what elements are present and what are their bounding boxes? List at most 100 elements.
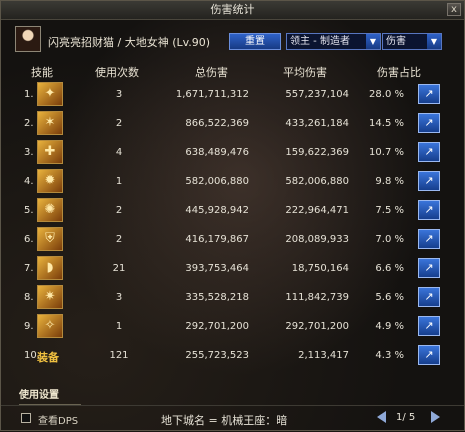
character-name: 闪亮亮招财猫 / 大地女神 (Lv.90) <box>48 36 211 49</box>
chevron-down-icon: ▼ <box>427 34 441 49</box>
skill-icon: ⛨ <box>37 227 63 251</box>
avg-cell: 433,261,184 <box>285 118 349 129</box>
row-index: 1. <box>24 89 34 100</box>
view-dps-label: 查看DPS <box>38 416 79 427</box>
equipment-label: 装备 <box>37 351 59 364</box>
avg-cell: 292,701,200 <box>285 321 349 332</box>
row-index: 5. <box>24 205 34 216</box>
detail-button[interactable]: ↗ <box>418 316 440 336</box>
avg-cell: 18,750,164 <box>291 263 349 274</box>
prev-page-icon[interactable] <box>377 411 386 423</box>
total-cell: 445,928,942 <box>185 205 249 216</box>
skill-icon: ✺ <box>37 198 63 222</box>
window-title: 伤害统计 <box>210 3 255 16</box>
table-row: 9. ✧ 1 292,701,200 292,701,200 4.9 % ↗ <box>19 312 449 340</box>
skill-icon: ✷ <box>37 285 63 309</box>
table-row: 3. ✚ 4 638,489,476 159,622,369 10.7 % ↗ <box>19 138 449 166</box>
settings-tab[interactable]: 使用设置 <box>19 387 81 405</box>
detail-button[interactable]: ↗ <box>418 142 440 162</box>
table-row: 6. ⛨ 2 416,179,867 208,089,933 7.0 % ↗ <box>19 225 449 253</box>
next-page-icon[interactable] <box>431 411 440 423</box>
detail-button[interactable]: ↗ <box>418 200 440 220</box>
uses-cell: 121 <box>109 350 129 361</box>
row-index: 4. <box>24 176 34 187</box>
detail-button[interactable]: ↗ <box>418 84 440 104</box>
table-row: 1. ✦ 3 1,671,711,312 557,237,104 28.0 % … <box>19 80 449 108</box>
detail-button[interactable]: ↗ <box>418 345 440 365</box>
avg-cell: 582,006,880 <box>285 176 349 187</box>
chevron-down-icon: ▼ <box>366 34 380 49</box>
pct-cell: 10.7 % <box>369 147 404 158</box>
row-index: 8. <box>24 292 34 303</box>
skill-icon: ✚ <box>37 140 63 164</box>
detail-button[interactable]: ↗ <box>418 113 440 133</box>
uses-cell: 2 <box>115 205 123 216</box>
skill-icon: ✧ <box>37 314 63 338</box>
header: 闪亮亮招财猫 / 大地女神 (Lv.90) 重置 领主 - 制造者 ▼ 伤害 ▼ <box>1 20 464 60</box>
total-cell: 416,179,867 <box>185 234 249 245</box>
detail-button[interactable]: ↗ <box>418 258 440 278</box>
row-index: 9. <box>24 321 34 332</box>
table-row: 2. ✶ 2 866,522,369 433,261,184 14.5 % ↗ <box>19 109 449 137</box>
skill-icon: ✦ <box>37 82 63 106</box>
pct-cell: 7.0 % <box>375 234 404 245</box>
dungeon-select-value: 领主 - 制造者 <box>290 36 350 47</box>
col-uses: 使用次数 <box>95 66 139 79</box>
uses-cell: 2 <box>115 118 123 129</box>
detail-button[interactable]: ↗ <box>418 229 440 249</box>
total-cell: 292,701,200 <box>185 321 249 332</box>
uses-cell: 2 <box>115 234 123 245</box>
pct-cell: 4.3 % <box>375 350 404 361</box>
col-skill: 技能 <box>31 66 53 79</box>
col-pct: 伤害占比 <box>377 66 421 79</box>
skill-icon: ✶ <box>37 111 63 135</box>
pct-cell: 5.6 % <box>375 292 404 303</box>
uses-cell: 3 <box>115 292 123 303</box>
reset-button[interactable]: 重置 <box>229 33 281 50</box>
total-cell: 393,753,464 <box>185 263 249 274</box>
type-select-value: 伤害 <box>386 36 406 47</box>
type-select[interactable]: 伤害 ▼ <box>382 33 442 50</box>
dungeon-location: 地下城名 = 机械王座：暗 <box>161 414 288 427</box>
pct-cell: 9.8 % <box>375 176 404 187</box>
damage-stats-window: 伤害统计 x 闪亮亮招财猫 / 大地女神 (Lv.90) 重置 领主 - 制造者… <box>0 0 465 431</box>
uses-cell: 21 <box>112 263 126 274</box>
row-index: 6. <box>24 234 34 245</box>
col-avg: 平均伤害 <box>283 66 327 79</box>
row-index: 7. <box>24 263 34 274</box>
view-dps-checkbox[interactable] <box>21 413 31 423</box>
detail-button[interactable]: ↗ <box>418 287 440 307</box>
total-cell: 582,006,880 <box>185 176 249 187</box>
detail-button[interactable]: ↗ <box>418 171 440 191</box>
pct-cell: 28.0 % <box>369 89 404 100</box>
page-indicator: 1/ 5 <box>396 412 416 423</box>
total-cell: 335,528,218 <box>185 292 249 303</box>
table-row: 7. ◗ 21 393,753,464 18,750,164 6.6 % ↗ <box>19 254 449 282</box>
table-row: 5. ✺ 2 445,928,942 222,964,471 7.5 % ↗ <box>19 196 449 224</box>
table-row: 4. ✹ 1 582,006,880 582,006,880 9.8 % ↗ <box>19 167 449 195</box>
footer: 查看DPS 地下城名 = 机械王座：暗 1/ 5 <box>1 405 464 432</box>
pct-cell: 4.9 % <box>375 321 404 332</box>
table-row: 8. ✷ 3 335,528,218 111,842,739 5.6 % ↗ <box>19 283 449 311</box>
table-row: 10. 装备 121 255,723,523 2,113,417 4.3 % ↗ <box>19 341 449 369</box>
uses-cell: 1 <box>115 176 123 187</box>
avg-cell: 557,237,104 <box>285 89 349 100</box>
row-index: 3. <box>24 147 34 158</box>
skill-icon: ✹ <box>37 169 63 193</box>
avg-cell: 111,842,739 <box>285 292 349 303</box>
total-cell: 638,489,476 <box>185 147 249 158</box>
uses-cell: 3 <box>115 89 123 100</box>
avg-cell: 2,113,417 <box>298 350 349 361</box>
uses-cell: 4 <box>115 147 123 158</box>
avg-cell: 208,089,933 <box>285 234 349 245</box>
dungeon-select[interactable]: 领主 - 制造者 ▼ <box>286 33 381 50</box>
title-bar: 伤害统计 x <box>1 1 464 20</box>
pct-cell: 14.5 % <box>369 118 404 129</box>
avg-cell: 159,622,369 <box>285 147 349 158</box>
avg-cell: 222,964,471 <box>285 205 349 216</box>
skill-icon: ◗ <box>37 256 63 280</box>
close-button[interactable]: x <box>447 3 461 16</box>
damage-table: 技能 使用次数 总伤害 平均伤害 伤害占比 1. ✦ 3 1,671,711,3… <box>19 60 449 385</box>
total-cell: 255,723,523 <box>185 350 249 361</box>
pct-cell: 6.6 % <box>375 263 404 274</box>
